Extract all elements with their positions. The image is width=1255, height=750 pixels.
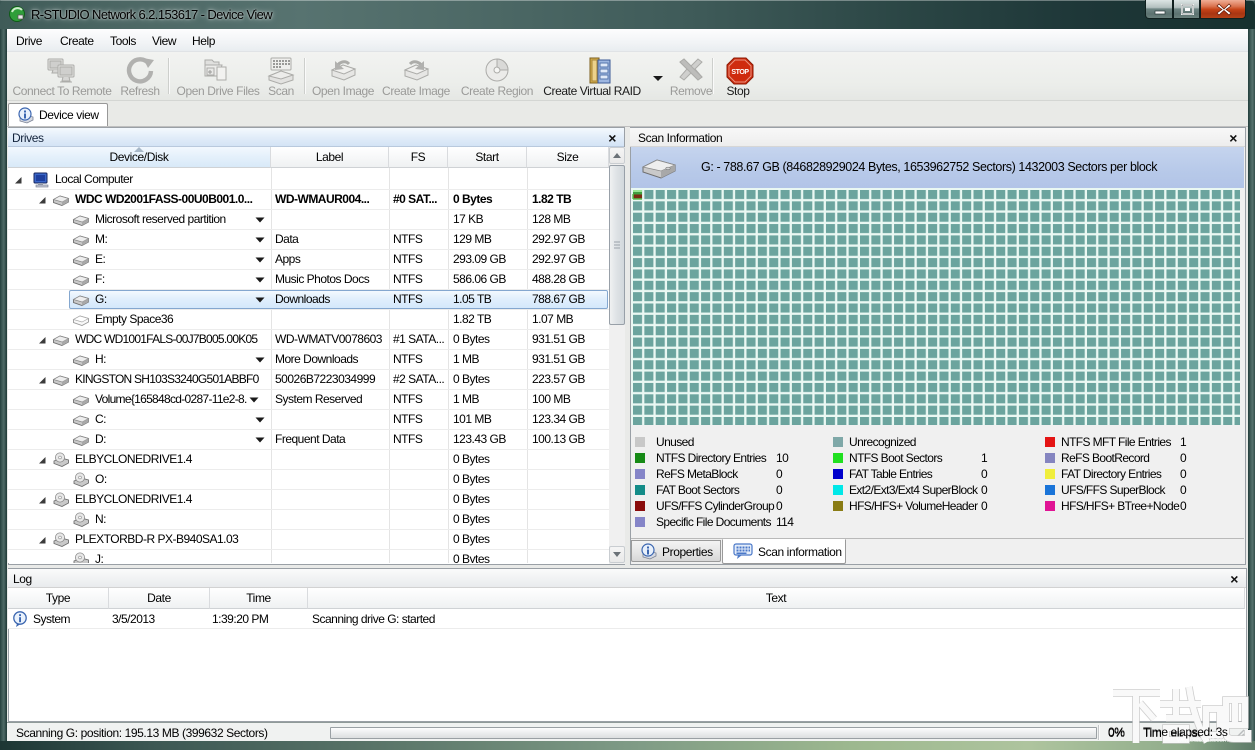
- svg-text:STOP: STOP: [731, 69, 749, 76]
